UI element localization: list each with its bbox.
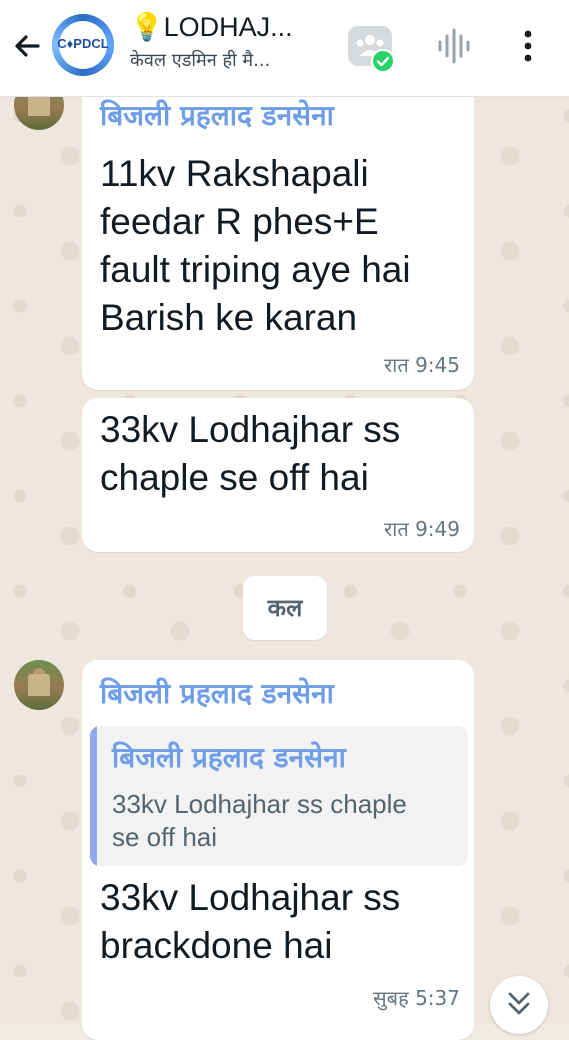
voice-chat-button[interactable] xyxy=(434,26,474,66)
chat-header: C♦PDCL 💡LODHAJ... केवल एडमिन ही मै... xyxy=(0,0,569,97)
message-text: 33kv Lodhajhar ss brackdone hai xyxy=(100,877,401,966)
group-name: 💡LODHAJ... xyxy=(130,12,293,42)
community-button[interactable] xyxy=(346,22,396,73)
date-divider: कल xyxy=(243,576,327,640)
message-text: 33kv Lodhajhar ss chaple se off hai xyxy=(100,409,401,498)
voice-wave-icon xyxy=(438,28,470,64)
quote-bar xyxy=(90,726,97,866)
more-vert-icon xyxy=(524,30,532,62)
more-options-button[interactable] xyxy=(510,26,546,66)
message-bubble[interactable]: 33kv Lodhajhar ss chaple se off hai रात … xyxy=(82,398,474,552)
back-button[interactable] xyxy=(8,24,52,68)
message-text: 11kv Rakshapali feedar R phes+E fault tr… xyxy=(100,153,411,338)
avatar-building xyxy=(28,94,50,116)
avatar-logo-text: C♦PDCL xyxy=(57,36,109,51)
sender-name[interactable]: बिजली प्रहलाद डनसेना xyxy=(100,674,334,712)
message-time: रात 9:49 xyxy=(383,517,460,541)
back-arrow-icon xyxy=(15,35,40,57)
quoted-sender-name: बिजली प्रहलाद डनसेना xyxy=(112,741,346,774)
message-bubble[interactable]: बिजली प्रहलाद डनसेना बिजली प्रहलाद डनसेन… xyxy=(82,660,474,1040)
message-time: रात 9:45 xyxy=(383,353,460,377)
quoted-message[interactable]: बिजली प्रहलाद डनसेना 33kv Lodhajhar ss c… xyxy=(90,726,468,866)
check-badge-icon xyxy=(371,49,395,73)
group-avatar[interactable]: C♦PDCL xyxy=(52,14,114,76)
group-subtitle: केवल एडमिन ही मै... xyxy=(130,50,271,71)
sender-avatar[interactable] xyxy=(14,660,64,710)
chevron-double-down-icon xyxy=(508,992,530,1015)
quoted-text: 33kv Lodhajhar ss chaple se off hai xyxy=(112,789,407,852)
chat-title[interactable]: 💡LODHAJ... केवल एडमिन ही मै... xyxy=(130,10,330,72)
message-time: सुबह 5:37 xyxy=(373,986,460,1010)
message-bubble[interactable]: बिजली प्रहलाद डनसेना 11kv Rakshapali fee… xyxy=(82,80,474,390)
avatar-building xyxy=(28,674,50,696)
scroll-to-bottom-button[interactable] xyxy=(490,976,548,1034)
sender-name[interactable]: बिजली प्रहलाद डनसेना xyxy=(100,96,334,134)
